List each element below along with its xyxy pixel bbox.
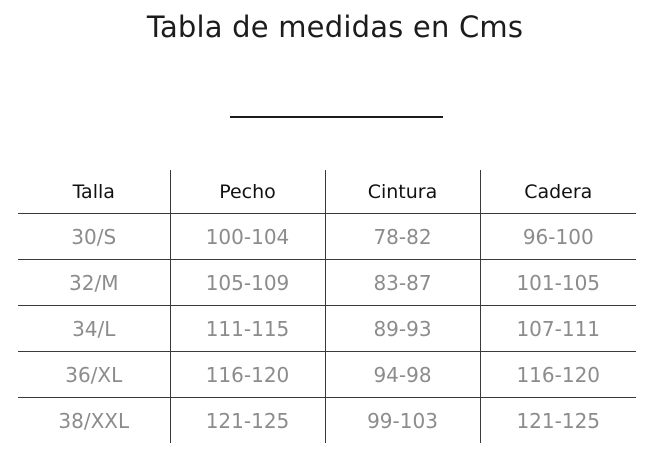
page-title: Tabla de medidas en Cms [146,10,524,44]
table-row: 32/M 105-109 83-87 101-105 [18,259,636,306]
cell-cadera: 121-125 [479,397,636,443]
table-header-row: Talla Pecho Cintura Cadera [18,170,636,214]
cell-pecho: 100-104 [169,213,325,260]
table-row: 30/S 100-104 78-82 96-100 [18,213,636,260]
cell-cadera: 116-120 [479,351,636,398]
cell-talla: 38/XXL [58,408,130,433]
header-cintura: Cintura [324,170,480,214]
cell-cintura: 89-93 [324,305,480,352]
cell-cintura: 94-98 [324,351,480,398]
header-cadera: Cadera [479,170,636,214]
cell-pecho: 111-115 [169,305,325,352]
cell-cadera: 101-105 [479,259,636,306]
cell-cadera: 96-100 [479,213,636,260]
cell-pecho: 105-109 [169,259,325,306]
cell-cintura: 78-82 [324,213,480,260]
size-chart-table: Talla Pecho Cintura Cadera 30/S 100-104 … [18,170,636,443]
table-row: 34/L 111-115 89-93 107-111 [18,305,636,352]
cell-pecho: 121-125 [169,397,325,443]
table-row: 36/XL 116-120 94-98 116-120 [18,351,636,398]
title-divider [230,116,443,118]
cell-cintura: 99-103 [324,397,480,443]
table-row: 38/XXL 121-125 99-103 121-125 [18,397,636,443]
cell-talla: 36/XL [18,351,170,398]
cell-pecho: 116-120 [169,351,325,398]
cell-cadera: 107-111 [479,305,636,352]
cell-talla: 34/L [18,305,170,352]
cell-cintura: 83-87 [324,259,480,306]
cell-talla: 32/M [18,259,170,306]
header-talla: Talla [18,170,170,214]
cell-talla: 30/S [18,213,170,260]
header-pecho: Pecho [169,170,325,214]
